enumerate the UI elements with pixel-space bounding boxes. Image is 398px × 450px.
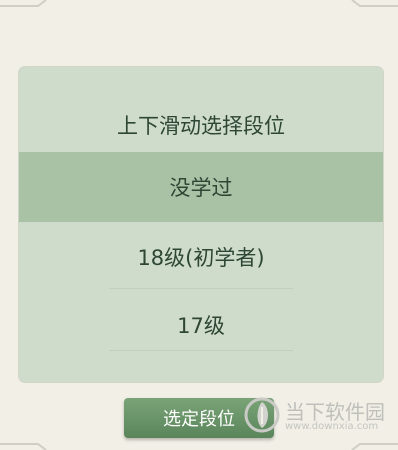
picker-title: 上下滑动选择段位 — [117, 114, 285, 138]
picker-option-selected[interactable]: 没学过 — [19, 152, 383, 222]
picker-option[interactable]: 17级 — [19, 292, 383, 358]
corner-decoration — [351, 443, 398, 450]
picker-option[interactable]: 18级(初学者) — [19, 224, 383, 290]
level-picker-panel[interactable]: 上下滑动选择段位 没学过 18级(初学者) 17级 — [19, 67, 383, 382]
watermark: 当下软件园 www.downxia.com — [244, 393, 394, 439]
watermark-url: www.downxia.com — [285, 421, 379, 432]
corner-decoration — [0, 443, 47, 450]
corner-decoration — [351, 0, 398, 7]
corner-decoration — [0, 0, 47, 7]
downxia-logo-icon — [244, 397, 280, 433]
